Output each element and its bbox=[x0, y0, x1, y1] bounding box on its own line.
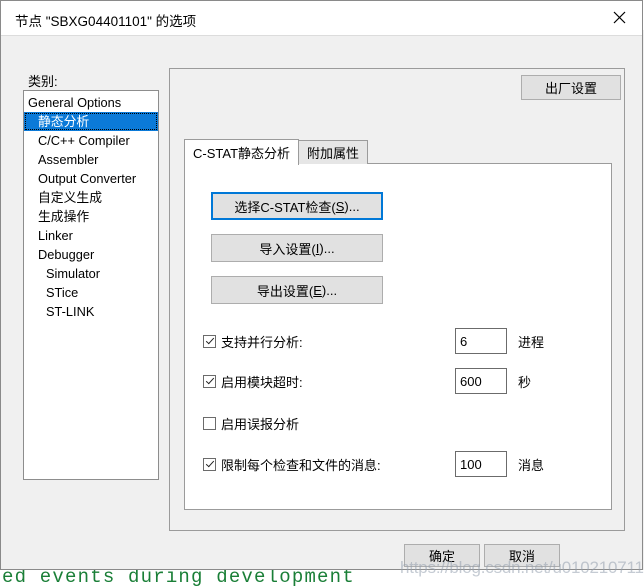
category-item-8[interactable]: Debugger bbox=[24, 245, 158, 264]
ok-button[interactable]: 确定 bbox=[404, 544, 480, 567]
node-options-dialog: 节点 "SBXG04401101" 的选项 类别: General Option… bbox=[0, 0, 643, 570]
dialog-titlebar: 节点 "SBXG04401101" 的选项 bbox=[1, 1, 642, 36]
select-checks-accel: S bbox=[335, 198, 345, 214]
dialog-title: 节点 "SBXG04401101" 的选项 bbox=[15, 14, 197, 29]
input-parallel-processes[interactable] bbox=[455, 328, 507, 354]
category-item-4[interactable]: Output Converter bbox=[24, 169, 158, 188]
import-settings-pre: 导入设置( bbox=[259, 241, 316, 257]
factory-settings-button[interactable]: 出厂设置 bbox=[521, 75, 621, 100]
import-settings-post: )... bbox=[319, 240, 335, 256]
option-row-false-positive-analysis: 启用误报分析 bbox=[203, 413, 603, 433]
tab-0[interactable]: C-STAT静态分析 bbox=[184, 139, 300, 165]
category-label: 类别: bbox=[28, 74, 58, 89]
export-settings-accel: E bbox=[313, 282, 322, 298]
option-row-parallel-analysis: 支持并行分析: 进程 bbox=[203, 328, 603, 354]
export-settings-button[interactable]: 导出设置(E)... bbox=[211, 276, 383, 304]
category-item-2[interactable]: C/C++ Compiler bbox=[24, 131, 158, 150]
close-button[interactable] bbox=[596, 1, 642, 34]
checkbox-message-limit[interactable] bbox=[203, 457, 216, 471]
select-checks-pre: 选择C-STAT检查( bbox=[234, 199, 336, 215]
cancel-button[interactable]: 取消 bbox=[484, 544, 560, 567]
checkbox-false-positive-analysis[interactable] bbox=[203, 416, 216, 430]
input-module-timeout-seconds[interactable] bbox=[455, 368, 507, 394]
category-item-3[interactable]: Assembler bbox=[24, 150, 158, 169]
category-item-10[interactable]: STice bbox=[24, 283, 158, 302]
export-settings-pre: 导出设置( bbox=[256, 283, 314, 299]
option-row-module-timeout: 启用模块超时: 秒 bbox=[203, 368, 603, 394]
label-parallel-analysis: 支持并行分析: bbox=[221, 334, 303, 350]
select-checks-post: )... bbox=[344, 198, 360, 214]
settings-panel: 出厂设置 C-STAT静态分析 附加属性 选择C-STAT检查(S)... 导入设… bbox=[169, 68, 625, 531]
category-item-11[interactable]: ST-LINK bbox=[24, 302, 158, 321]
checkbox-module-timeout[interactable] bbox=[203, 374, 216, 388]
close-icon bbox=[613, 11, 626, 24]
category-item-5[interactable]: 自定义生成 bbox=[24, 188, 158, 207]
unit-module-timeout: 秒 bbox=[518, 374, 532, 390]
tabstrip: C-STAT静态分析 附加属性 bbox=[184, 138, 369, 165]
tab-1[interactable]: 附加属性 bbox=[298, 140, 369, 164]
category-item-0[interactable]: General Options bbox=[24, 93, 158, 112]
category-item-9[interactable]: Simulator bbox=[24, 264, 158, 283]
unit-message-limit: 消息 bbox=[518, 457, 545, 473]
label-message-limit: 限制每个检查和文件的消息: bbox=[221, 457, 381, 473]
input-message-limit[interactable] bbox=[455, 451, 507, 477]
label-module-timeout: 启用模块超时: bbox=[221, 374, 303, 390]
select-cstat-checks-button[interactable]: 选择C-STAT检查(S)... bbox=[211, 192, 383, 220]
label-false-positive-analysis: 启用误报分析 bbox=[221, 416, 300, 432]
option-row-message-limit: 限制每个检查和文件的消息: 消息 bbox=[203, 451, 603, 477]
category-item-1[interactable]: 静态分析 bbox=[24, 112, 158, 131]
export-settings-post: )... bbox=[321, 282, 338, 298]
category-item-7[interactable]: Linker bbox=[24, 226, 158, 245]
import-settings-button[interactable]: 导入设置(I)... bbox=[211, 234, 383, 262]
unit-parallel-processes: 进程 bbox=[518, 334, 545, 350]
category-listbox[interactable]: General Options 静态分析 C/C++ Compiler Assembl… bbox=[23, 90, 159, 480]
category-item-6[interactable]: 生成操作 bbox=[24, 207, 158, 226]
cstat-tab-panel: 选择C-STAT检查(S)... 导入设置(I)... 导出设置(E)... 支… bbox=[184, 163, 612, 510]
checkbox-parallel-analysis[interactable] bbox=[203, 334, 216, 348]
